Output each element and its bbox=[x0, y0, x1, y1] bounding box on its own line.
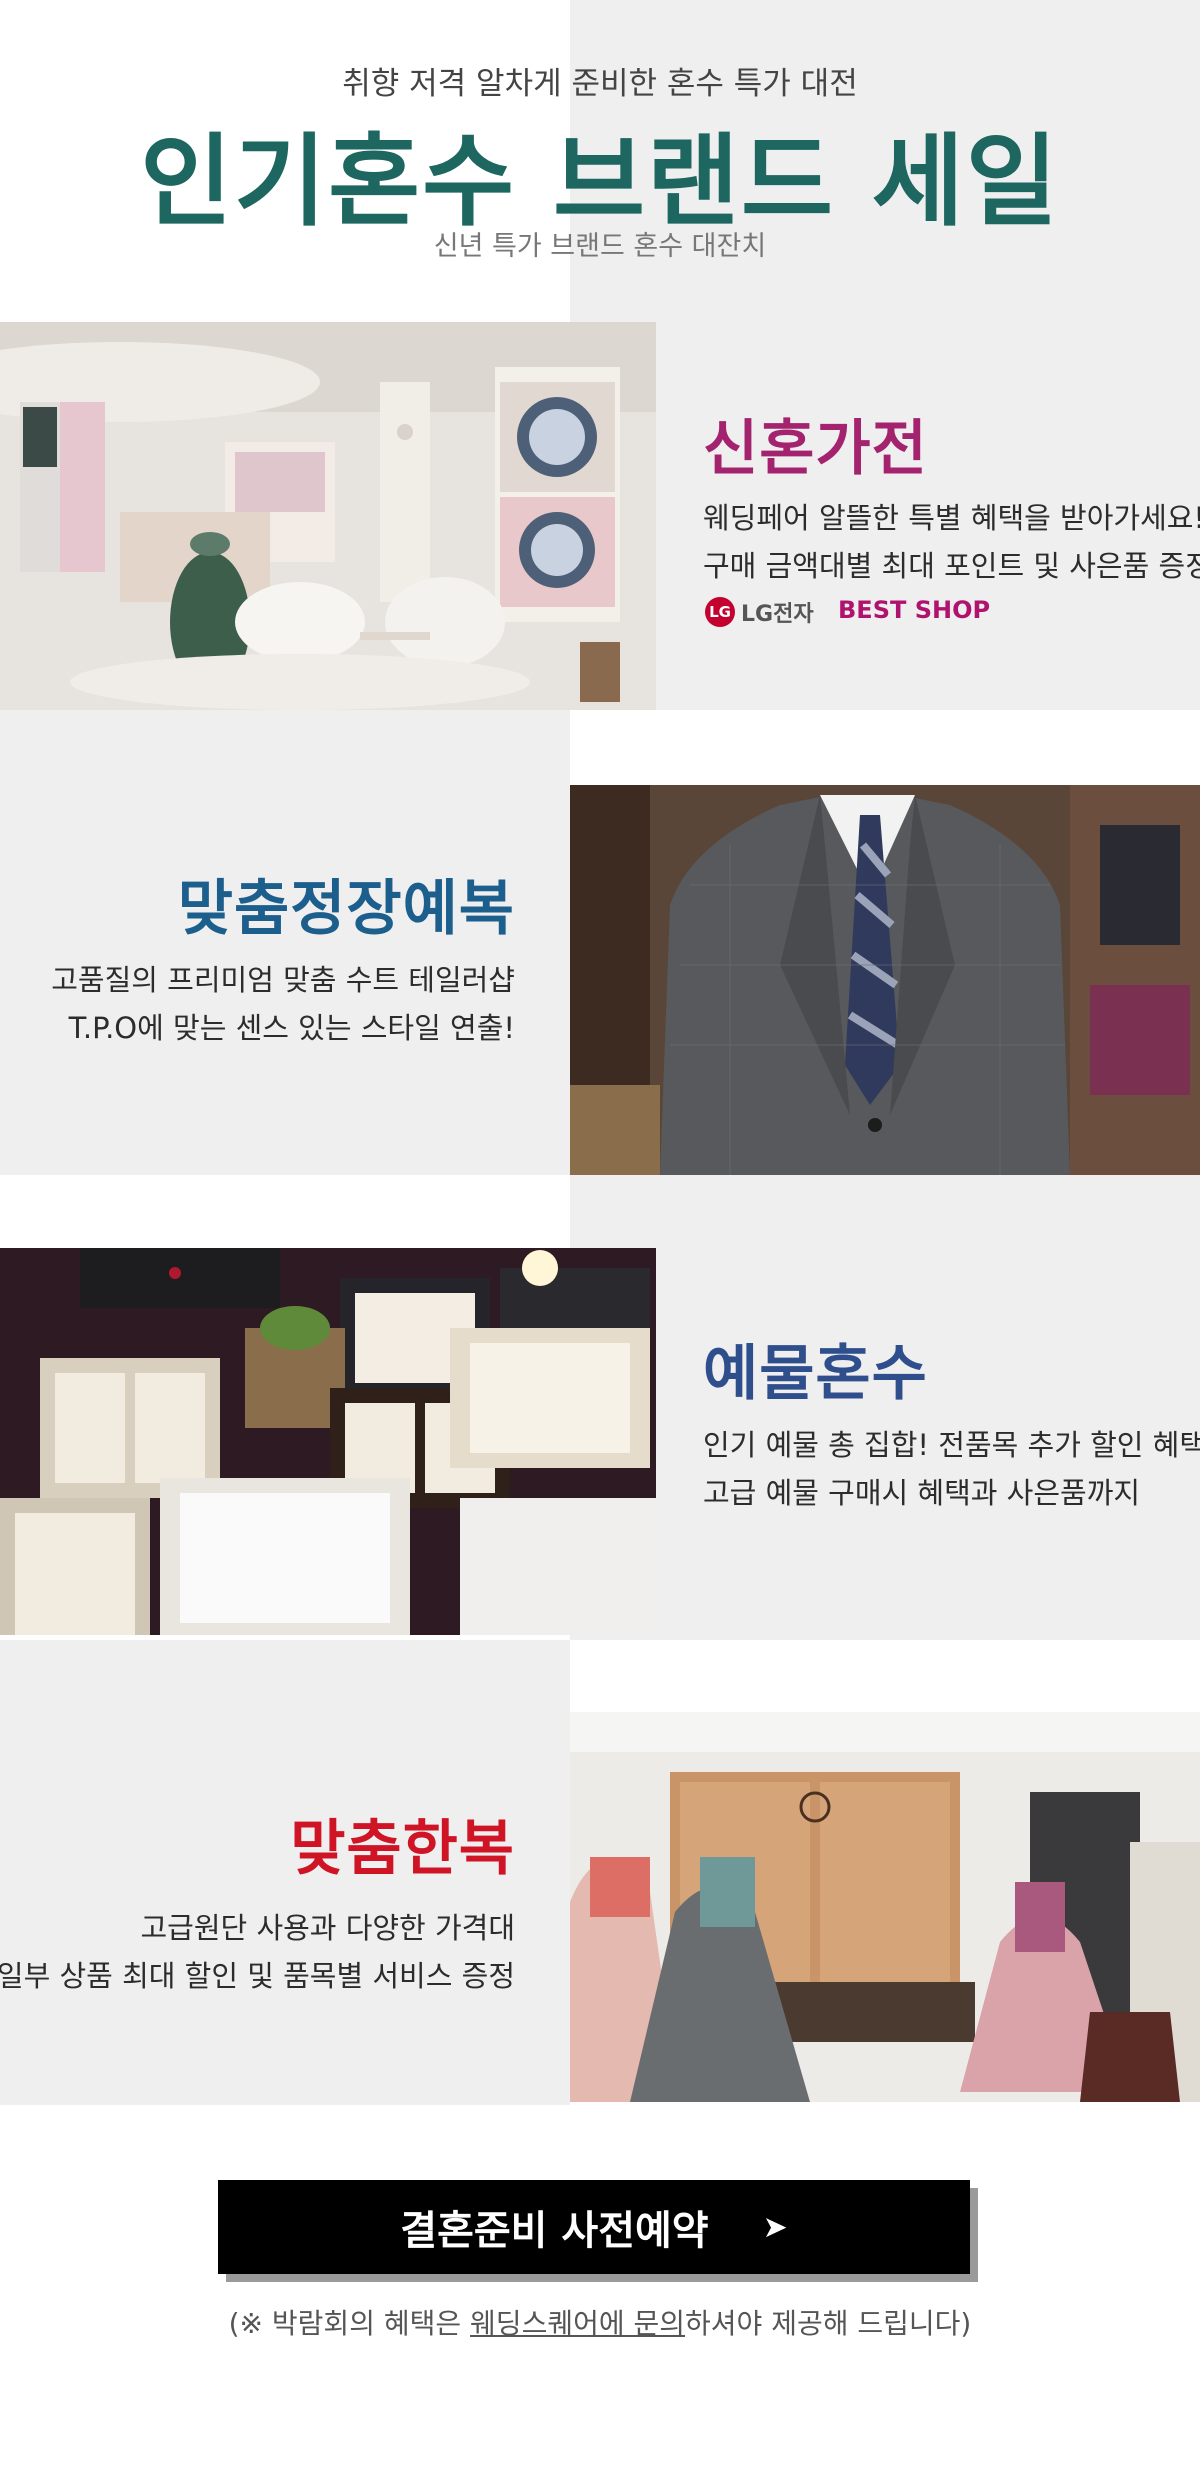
section-title-hanbok: 맞춤한복 bbox=[290, 1814, 515, 1884]
lg-logo-text: LG전자 bbox=[741, 602, 814, 627]
appliance-showroom-photo bbox=[0, 322, 656, 710]
section-description: 고급 예물 구매시 혜택과 사은품까지 bbox=[703, 1476, 1141, 1510]
section-description: 일부 상품 최대 할인 및 품목별 서비스 증정 bbox=[0, 1959, 515, 1993]
hanbok-shop-photo bbox=[570, 1712, 1200, 2102]
section-description: T.P.O에 맞는 센스 있는 스타일 연출! bbox=[68, 1011, 515, 1045]
section-title-suits: 맞춤정장예복 bbox=[177, 874, 515, 944]
header-subtitle: 신년 특가 브랜드 혼수 대잔치 bbox=[433, 231, 767, 262]
section-description: 고급원단 사용과 다양한 가격대 bbox=[140, 1911, 516, 1945]
section-description: 인기 예물 총 집합! 전품목 추가 할인 혜택 bbox=[703, 1428, 1200, 1462]
pre-booking-button[interactable]: 결혼준비 사전예약 ➤ bbox=[218, 2180, 970, 2274]
benefit-notice: (※ 박람회의 혜택은 웨딩스퀘어에 문의하셔야 제공해 드립니다) bbox=[0, 2302, 1200, 2342]
notice-prefix: (※ 박람회의 혜택은 bbox=[228, 2307, 471, 2340]
pre-booking-button-label: 결혼준비 사전예약 bbox=[400, 2208, 709, 2254]
lg-electronics-logo: LG LG전자 bbox=[705, 596, 814, 628]
suit-photo bbox=[570, 785, 1200, 1175]
section-title-jewelry: 예물혼수 bbox=[703, 1339, 928, 1409]
section-title-appliances: 신혼가전 bbox=[703, 414, 928, 484]
section-description: 구매 금액대별 최대 포인트 및 사은품 증정! bbox=[703, 549, 1200, 583]
jewelry-photo bbox=[0, 1248, 656, 1635]
section-description: 고품질의 프리미엄 맞춤 수트 테일러샵 bbox=[51, 963, 515, 997]
header-tagline: 취향 저격 알차게 준비한 혼수 특가 대전 bbox=[342, 66, 858, 102]
inquiry-link[interactable]: 웨딩스퀘어에 문의 bbox=[470, 2307, 685, 2340]
arrow-right-icon: ➤ bbox=[762, 2209, 788, 2245]
notice-suffix: 하셔야 제공해 드립니다) bbox=[685, 2307, 972, 2340]
lg-logo-mark: LG bbox=[705, 597, 735, 627]
section-description: 웨딩페어 알뜰한 특별 혜택을 받아가세요! bbox=[703, 501, 1200, 535]
best-shop-logo: BEST SHOP bbox=[838, 596, 991, 624]
